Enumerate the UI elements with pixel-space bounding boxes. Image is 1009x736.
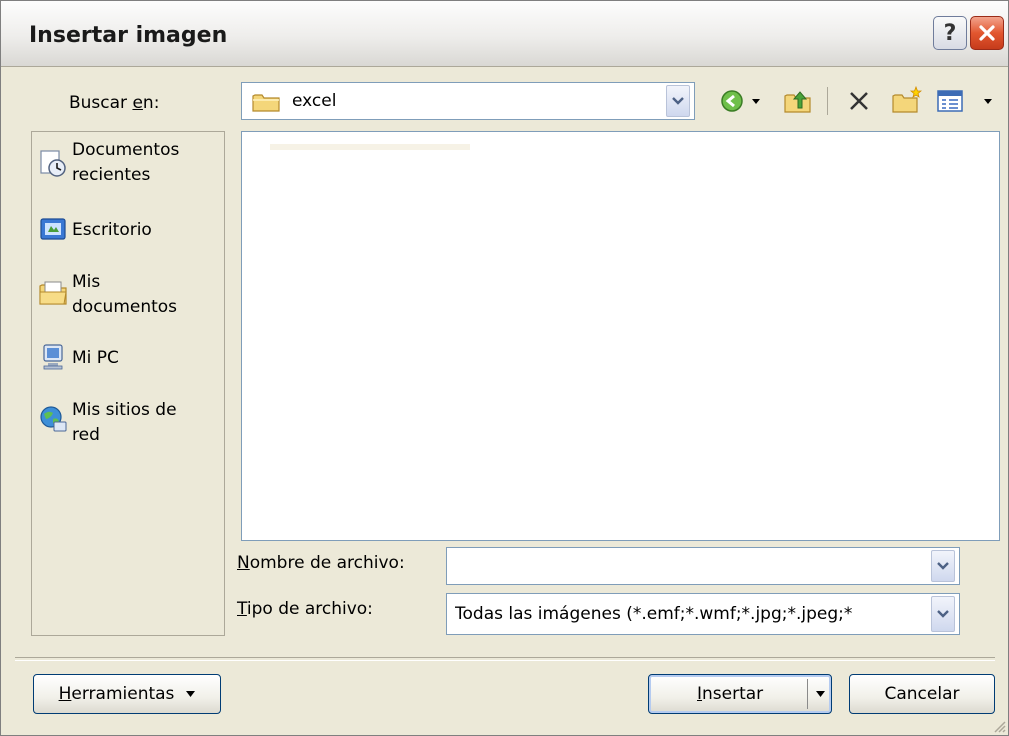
up-folder-button[interactable] — [783, 87, 813, 115]
places-recent-label-2: recientes — [72, 165, 151, 185]
lookin-dropdown-button[interactable] — [666, 85, 690, 117]
filetype-label: Tipo de archivo: — [237, 599, 373, 619]
back-dropdown-button[interactable] — [749, 94, 763, 108]
delete-button[interactable] — [845, 87, 873, 115]
close-icon — [979, 25, 995, 41]
back-icon — [721, 90, 743, 112]
close-button[interactable] — [970, 16, 1004, 50]
my-computer-icon — [43, 344, 63, 370]
places-network-label-1: Mis sitios de — [72, 400, 177, 420]
new-folder-button[interactable] — [891, 85, 923, 115]
insert-image-dialog: Insertar imagen ? Buscar en: excel Docum… — [0, 0, 1009, 736]
lookin-label: Buscar en: — [69, 93, 160, 113]
chevron-down-icon — [937, 610, 949, 618]
cancel-button[interactable]: Cancelar — [849, 674, 995, 714]
places-network[interactable]: Mis sitios de red — [36, 398, 222, 454]
my-documents-icon — [39, 281, 67, 305]
places-recent-label-1: Documentos — [72, 140, 180, 160]
caret-down-icon — [984, 98, 992, 104]
filetype-value: Todas las imágenes (*.emf;*.wmf;*.jpg;*.… — [455, 604, 853, 624]
file-list-item — [270, 144, 470, 158]
toolbar-separator — [827, 87, 828, 115]
back-button[interactable] — [719, 88, 745, 114]
views-icon — [937, 90, 963, 112]
views-button[interactable] — [935, 87, 965, 115]
footer-separator — [15, 657, 995, 661]
title-bar[interactable]: Insertar imagen ? — [1, 1, 1008, 67]
caret-down-icon — [815, 691, 825, 697]
help-icon: ? — [943, 20, 957, 46]
chevron-down-icon — [937, 562, 949, 570]
resize-grip-icon[interactable] — [990, 717, 1006, 733]
caret-down-icon — [752, 98, 760, 104]
filetype-dropdown-button[interactable] — [931, 596, 955, 632]
places-desktop-label: Escritorio — [72, 220, 152, 240]
filetype-combobox[interactable]: Todas las imágenes (*.emf;*.wmf;*.jpg;*.… — [446, 593, 960, 635]
caret-down-icon — [186, 691, 196, 697]
file-list[interactable] — [241, 131, 1000, 541]
window-title: Insertar imagen — [29, 23, 228, 48]
places-my-documents[interactable]: Mis documentos — [36, 270, 222, 326]
network-places-icon — [40, 406, 67, 432]
places-my-computer[interactable]: Mi PC — [36, 342, 222, 378]
up-folder-icon — [784, 91, 811, 113]
filename-dropdown-button[interactable] — [931, 550, 955, 582]
folder-icon — [252, 94, 280, 112]
places-my-documents-label-2: documentos — [72, 297, 178, 317]
filename-label: Nombre de archivo: — [237, 553, 405, 573]
new-folder-icon — [892, 86, 922, 113]
places-my-computer-label: Mi PC — [72, 348, 119, 368]
desktop-icon — [40, 218, 66, 240]
filename-combobox[interactable] — [446, 547, 960, 585]
places-recent[interactable]: Documentos recientes — [36, 138, 222, 194]
insert-button[interactable]: Insertar — [648, 674, 832, 714]
places-bar: Documentos recientes Escritorio Mis docu… — [31, 131, 225, 636]
lookin-combobox[interactable]: excel — [241, 82, 695, 120]
lookin-value: excel — [292, 91, 337, 111]
places-network-label-2: red — [72, 425, 100, 445]
recent-documents-icon — [40, 150, 66, 177]
insert-split-divider — [807, 679, 808, 709]
help-button[interactable]: ? — [933, 16, 967, 50]
chevron-down-icon — [672, 97, 684, 105]
insert-dropdown-button[interactable] — [809, 677, 831, 711]
views-dropdown-button[interactable] — [981, 94, 995, 108]
delete-icon — [850, 92, 868, 110]
places-my-documents-label-1: Mis — [72, 272, 101, 292]
places-desktop[interactable]: Escritorio — [36, 214, 222, 250]
tools-button[interactable]: Herramientas — [33, 674, 221, 714]
